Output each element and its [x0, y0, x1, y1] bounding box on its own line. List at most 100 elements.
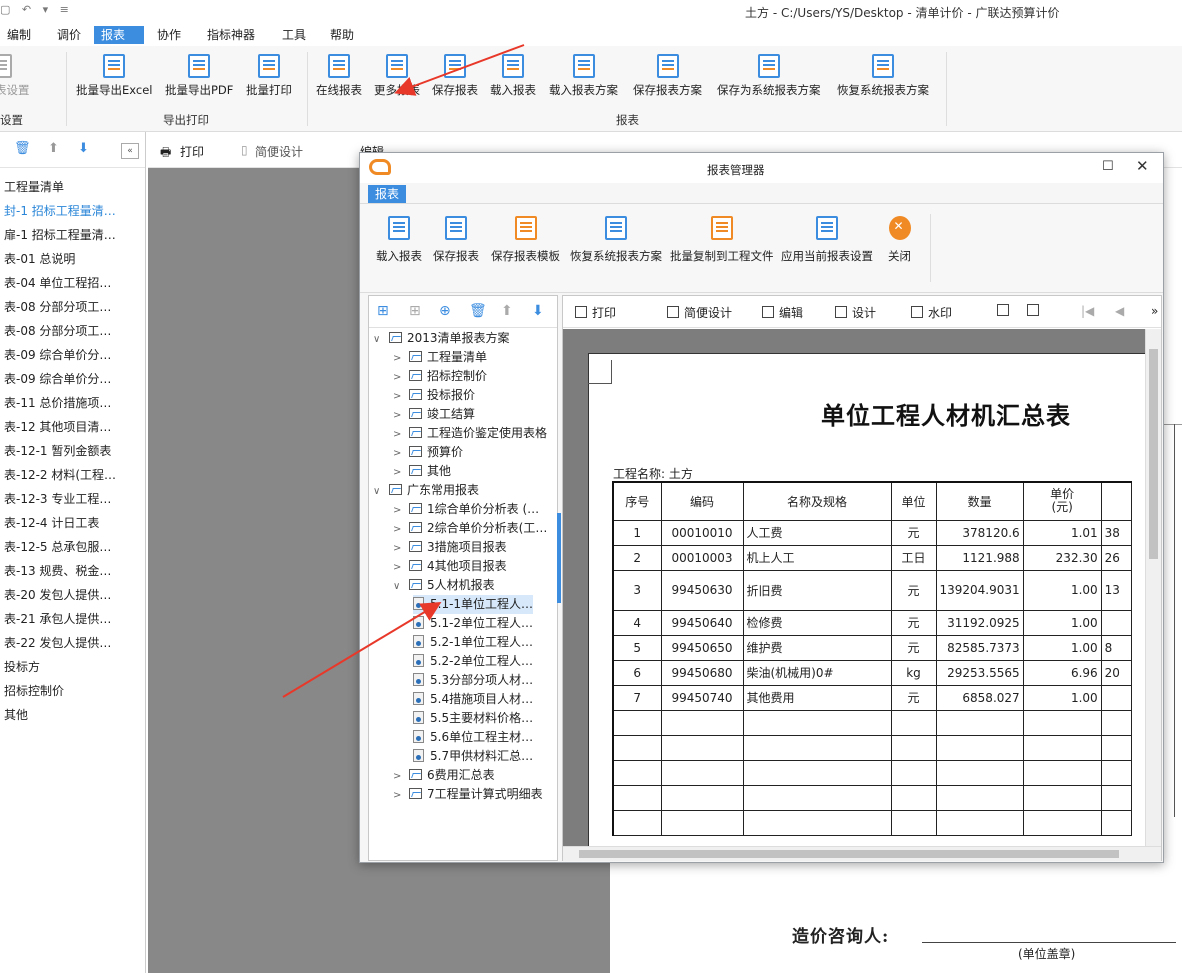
left-tree-item[interactable]: 表-20 发包人提供… [4, 583, 144, 607]
edit-button[interactable]: 编辑 [762, 304, 803, 321]
left-tree-item[interactable]: 表-12-5 总承包服… [4, 535, 144, 559]
expand-right-icon[interactable]: > [393, 539, 409, 558]
menu-reports[interactable]: 报表 [94, 26, 144, 44]
report-tree-item[interactable]: 5.2-2单位工程人… [413, 652, 533, 671]
apply-current-settings-button[interactable]: 应用当前报表设置 [781, 216, 873, 264]
dropdown-icon[interactable]: ▾ [43, 3, 49, 16]
save-report-template-button[interactable]: 保存报表模板 [491, 216, 560, 264]
left-tree-item[interactable]: 表-12 其他项目清… [4, 415, 144, 439]
load-report-button[interactable]: 载入报表 [376, 216, 422, 264]
left-tree-item[interactable]: 表-01 总说明 [4, 247, 144, 271]
customize-icon[interactable]: ≡ [60, 3, 69, 16]
bg-easy-design-button[interactable]: 简便设计 [255, 143, 303, 160]
expand-right-icon[interactable]: > [393, 767, 409, 786]
menu-index-tool[interactable]: 指标神器 [200, 26, 262, 44]
expand-right-icon[interactable]: > [393, 425, 409, 444]
report-tree-folder[interactable]: >6费用汇总表 [393, 766, 495, 785]
double-page-icon[interactable] [1027, 304, 1044, 318]
expand-right-icon[interactable]: > [393, 349, 409, 368]
left-tree-item[interactable]: 表-12-2 材料(工程… [4, 463, 144, 487]
report-settings-button[interactable]: 前报表设置 [0, 54, 30, 98]
move-down-icon[interactable]: ⬇ [78, 141, 89, 156]
close-dialog-button[interactable]: 关闭 [888, 216, 911, 264]
report-tree-folder[interactable]: > 预算价 [393, 443, 463, 462]
report-tree-folder[interactable]: > 工程造价鉴定使用表格 [393, 424, 547, 443]
watermark-button[interactable]: 水印 [911, 304, 952, 321]
report-tree-folder[interactable]: > 工程量清单 [393, 348, 487, 367]
collapse-panel-button[interactable]: « [121, 143, 139, 159]
left-tree-item[interactable]: 表-22 发包人提供… [4, 631, 144, 655]
report-tree-item[interactable]: 5.6单位工程主材… [413, 728, 533, 747]
close-icon[interactable]: ✕ [1136, 157, 1149, 175]
report-tree-item[interactable]: 5.7甲供材料汇总… [413, 747, 533, 766]
bg-print-button[interactable]: 打印 [180, 143, 204, 160]
online-reports-button[interactable]: 在线报表 [316, 54, 362, 98]
restore-system-scheme-button[interactable]: 恢复系统报表方案 [837, 54, 929, 98]
menu-collaborate[interactable]: 协作 [150, 26, 188, 44]
expand-right-icon[interactable]: > [393, 501, 409, 520]
load-report-button[interactable]: 载入报表 [490, 54, 536, 98]
batch-print-button[interactable]: 批量打印 [246, 54, 292, 98]
report-tree-item[interactable]: 5.5主要材料价格… [413, 709, 533, 728]
delete-icon[interactable]: 🗑 [14, 141, 31, 156]
expand-down-icon[interactable]: ∨ [393, 577, 409, 596]
left-tree-item[interactable]: 表-11 总价措施项… [4, 391, 144, 415]
expand-right-icon[interactable]: > [393, 406, 409, 425]
left-tree-item[interactable]: 表-04 单位工程招… [4, 271, 144, 295]
printer-icon[interactable]: 🖶 [160, 143, 171, 164]
expand-right-icon[interactable]: > [393, 387, 409, 406]
left-tree-item[interactable]: 招标控制价 [4, 679, 144, 703]
report-tree-item[interactable]: 5.2-1单位工程人… [413, 633, 533, 652]
left-tree-item[interactable]: 其他 [4, 703, 144, 727]
vertical-scrollbar[interactable] [1145, 329, 1161, 846]
menu-compile[interactable]: 编制 [0, 26, 38, 44]
report-tree-folder[interactable]: >2综合单价分析表(工… [393, 519, 547, 538]
scrollbar-thumb[interactable] [579, 850, 1119, 858]
batch-export-pdf-button[interactable]: 批量导出PDF [165, 54, 233, 98]
report-tree-folder[interactable]: >7工程量计算式明细表 [393, 785, 543, 804]
move-up-icon[interactable]: ⬆ [48, 141, 59, 156]
left-tree-item[interactable]: 表-08 分部分项工… [4, 295, 144, 319]
expand-right-icon[interactable]: > [393, 520, 409, 539]
menu-adjust-price[interactable]: 调价 [50, 26, 88, 44]
left-tree-item[interactable]: 表-12-1 暂列金额表 [4, 439, 144, 463]
save-report-scheme-button[interactable]: 保存报表方案 [633, 54, 702, 98]
single-page-icon[interactable] [997, 304, 1014, 318]
load-report-scheme-button[interactable]: 载入报表方案 [549, 54, 618, 98]
save-as-system-scheme-button[interactable]: 保存为系统报表方案 [717, 54, 821, 98]
report-tree-folder[interactable]: ∨ 广东常用报表 [373, 481, 479, 500]
report-tree-item[interactable]: 5.3分部分项人材… [413, 671, 533, 690]
menu-help[interactable]: 帮助 [323, 26, 361, 44]
splitter-handle[interactable] [557, 513, 561, 603]
left-tree-item[interactable]: 封-1 招标工程量清… [4, 199, 144, 223]
report-tree-item[interactable]: 5.4措施项目人材… [413, 690, 533, 709]
batch-export-excel-button[interactable]: 批量导出Excel [76, 54, 152, 98]
delete-icon[interactable]: 🗑 [469, 303, 487, 319]
report-tree-folder[interactable]: >4其他项目报表 [393, 557, 507, 576]
report-tree-folder[interactable]: > 投标报价 [393, 386, 475, 405]
scrollbar-thumb[interactable] [1149, 349, 1158, 559]
menu-tools[interactable]: 工具 [275, 26, 313, 44]
add-folder-icon[interactable]: ⊞ [377, 303, 389, 319]
left-tree-item[interactable]: 扉-1 招标工程量清… [4, 223, 144, 247]
left-tree-item[interactable]: 投标方 [4, 655, 144, 679]
design-button[interactable]: 设计 [835, 304, 876, 321]
restore-system-scheme-button[interactable]: 恢复系统报表方案 [570, 216, 662, 264]
report-tree-item[interactable]: 5.1-1单位工程人… [413, 595, 534, 614]
report-tree-item[interactable]: 5.1-2单位工程人… [413, 614, 533, 633]
expand-right-icon[interactable]: > [393, 786, 409, 805]
undo-icon[interactable]: ↶ [22, 3, 31, 16]
left-tree-item[interactable]: 工程量清单 [4, 175, 144, 199]
report-tree-folder[interactable]: >3措施项目报表 [393, 538, 507, 557]
horizontal-scrollbar[interactable] [563, 846, 1161, 861]
save-report-button[interactable]: 保存报表 [432, 54, 478, 98]
more-tools-icon[interactable]: » [1151, 304, 1158, 318]
expand-right-icon[interactable]: > [393, 463, 409, 482]
more-reports-button[interactable]: 更多报表 [374, 54, 420, 98]
report-tree-folder[interactable]: > 其他 [393, 462, 451, 481]
report-tree-folder[interactable]: > 招标控制价 [393, 367, 487, 386]
left-tree-item[interactable]: 表-12-4 计日工表 [4, 511, 144, 535]
expand-down-icon[interactable]: ∨ [373, 482, 389, 501]
maximize-icon[interactable]: ☐ [1102, 159, 1114, 174]
quick-access-toolbar[interactable]: ▢ ↶ ▾ ≡ [0, 3, 77, 16]
